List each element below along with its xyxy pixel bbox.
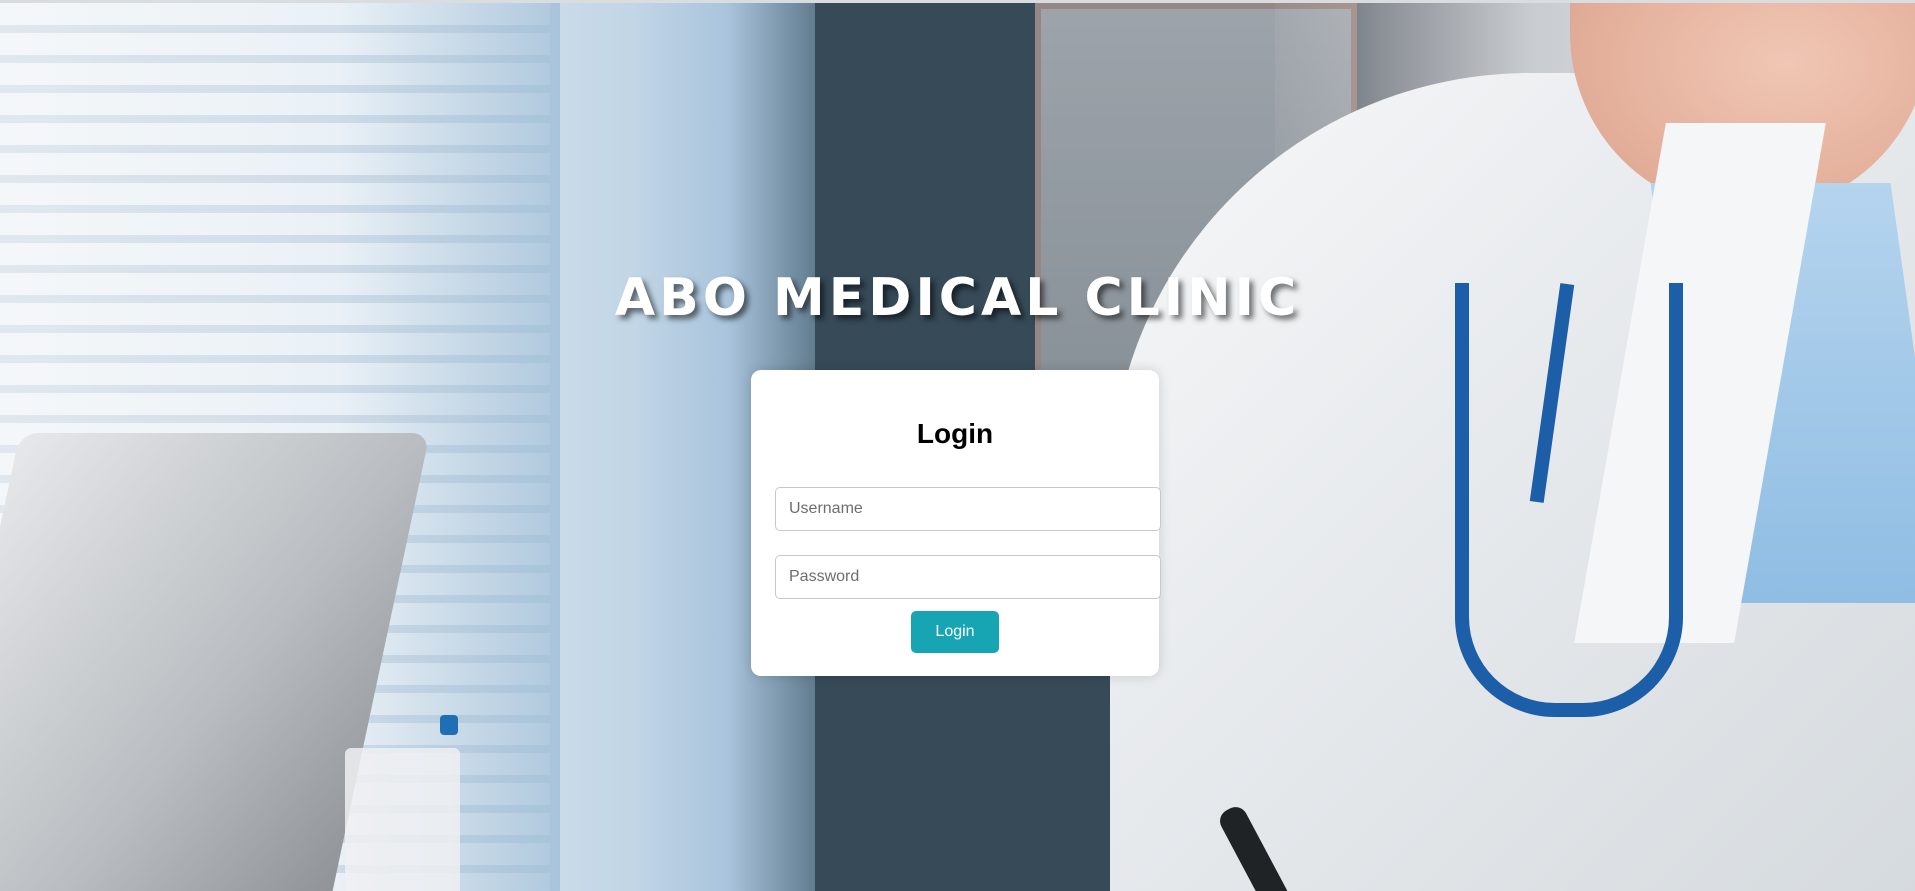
clinic-title: ABO MEDICAL CLINIC [614, 268, 1301, 328]
password-input[interactable] [775, 555, 1161, 599]
pen-holder [345, 748, 460, 891]
username-input[interactable] [775, 487, 1161, 531]
stethoscope [1455, 283, 1683, 717]
login-card: Login Login [751, 370, 1161, 676]
login-button[interactable]: Login [911, 611, 999, 653]
login-heading: Login [916, 418, 994, 449]
